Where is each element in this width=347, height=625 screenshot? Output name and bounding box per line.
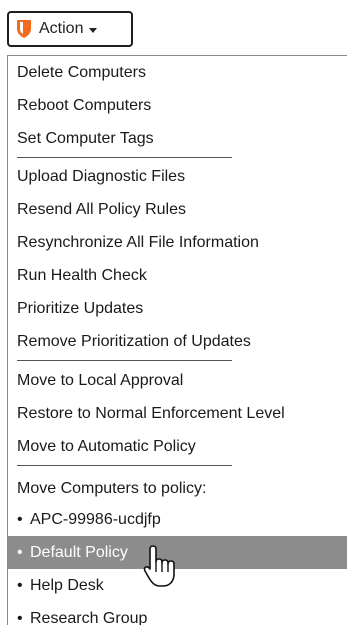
shield-icon (17, 20, 31, 38)
menu-item-remove-prioritization[interactable]: Remove Prioritization of Updates (8, 325, 347, 358)
action-dropdown-button[interactable]: Action (7, 11, 133, 47)
action-button-label: Action (39, 20, 84, 37)
menu-divider (17, 360, 232, 361)
menu-item-move-to-local-approval[interactable]: Move to Local Approval (8, 364, 347, 397)
bullet: • (17, 544, 23, 561)
menu-item-policy-apc[interactable]: • APC-99986-ucdjfp (8, 503, 347, 536)
menu-item-restore-enforcement-level[interactable]: Restore to Normal Enforcement Level (8, 397, 347, 430)
policy-label: Research Group (30, 610, 148, 625)
policy-label: Help Desk (30, 577, 104, 594)
menu-section-header: Move Computers to policy: (17, 480, 207, 497)
menu-divider (17, 157, 232, 158)
bullet: • (17, 511, 23, 528)
menu-item-resynchronize-file-info[interactable]: Resynchronize All File Information (8, 226, 347, 259)
menu-item-run-health-check[interactable]: Run Health Check (8, 259, 347, 292)
menu-item-set-computer-tags[interactable]: Set Computer Tags (8, 122, 347, 155)
bullet: • (17, 610, 23, 625)
menu-item-reboot-computers[interactable]: Reboot Computers (8, 89, 347, 122)
chevron-down-icon (89, 27, 98, 33)
bullet: • (17, 577, 23, 594)
menu-item-prioritize-updates[interactable]: Prioritize Updates (8, 292, 347, 325)
menu-item-upload-diagnostic-files[interactable]: Upload Diagnostic Files (8, 160, 347, 193)
menu-item-move-to-automatic-policy[interactable]: Move to Automatic Policy (8, 430, 347, 463)
menu-item-policy-research-group[interactable]: • Research Group (8, 602, 347, 625)
policy-label: APC-99986-ucdjfp (30, 511, 161, 528)
action-menu: Delete Computers Reboot Computers Set Co… (7, 55, 347, 625)
screen: Action Delete Computers Reboot Computers… (0, 0, 347, 625)
hand-pointer-icon (143, 545, 175, 587)
menu-divider (17, 465, 232, 466)
policy-label: Default Policy (30, 544, 128, 561)
menu-item-resend-policy-rules[interactable]: Resend All Policy Rules (8, 193, 347, 226)
menu-item-delete-computers[interactable]: Delete Computers (8, 56, 347, 89)
